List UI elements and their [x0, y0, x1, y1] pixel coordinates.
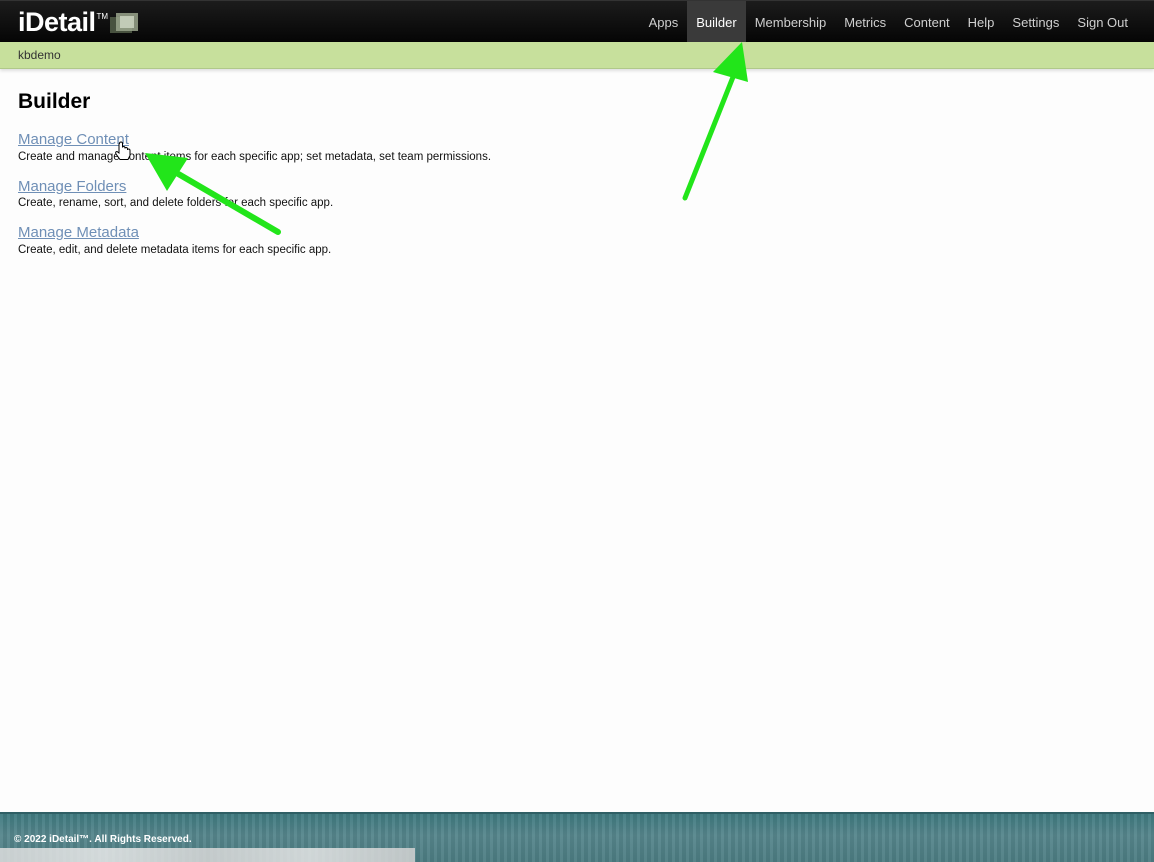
nav-settings[interactable]: Settings	[1003, 1, 1068, 43]
nav-sign-out[interactable]: Sign Out	[1068, 1, 1137, 43]
logo-trademark: TM	[96, 12, 109, 21]
footer-copyright: © 2022 iDetail™. All Rights Reserved.	[14, 834, 192, 845]
manage-folders-description: Create, rename, sort, and delete folders…	[18, 197, 334, 209]
main-nav: Apps Builder Membership Metrics Content …	[640, 1, 1137, 43]
nav-content[interactable]: Content	[895, 1, 959, 43]
nav-help[interactable]: Help	[959, 1, 1004, 43]
manage-metadata-link[interactable]: Manage Metadata	[18, 224, 139, 241]
account-bar: kbdemo	[0, 42, 1154, 69]
manage-metadata-description: Create, edit, and delete metadata items …	[18, 244, 332, 256]
footer-redacted-area	[0, 848, 415, 862]
footer: © 2022 iDetail™. All Rights Reserved.	[0, 812, 1154, 862]
logo-mark-icon	[110, 13, 140, 35]
top-navigation-bar: iDetail TM Apps Builder Membership Metri…	[0, 0, 1154, 43]
manage-content-description: Create and manage content items for each…	[18, 151, 492, 163]
nav-apps[interactable]: Apps	[640, 1, 688, 43]
manage-folders-link[interactable]: Manage Folders	[18, 178, 126, 195]
nav-builder[interactable]: Builder	[687, 1, 746, 43]
page-title: Builder	[18, 90, 91, 113]
idetail-logo[interactable]: iDetail TM	[18, 7, 140, 37]
annotation-arrow-manage-content	[145, 153, 281, 235]
logo-text-value: iDetail	[18, 7, 96, 37]
nav-metrics[interactable]: Metrics	[835, 1, 895, 43]
annotation-overlay	[115, 42, 748, 235]
nav-membership[interactable]: Membership	[746, 1, 836, 43]
logo-text: iDetail	[18, 7, 96, 37]
manage-content-link[interactable]: Manage Content	[18, 131, 129, 148]
account-name: kbdemo	[18, 48, 61, 62]
